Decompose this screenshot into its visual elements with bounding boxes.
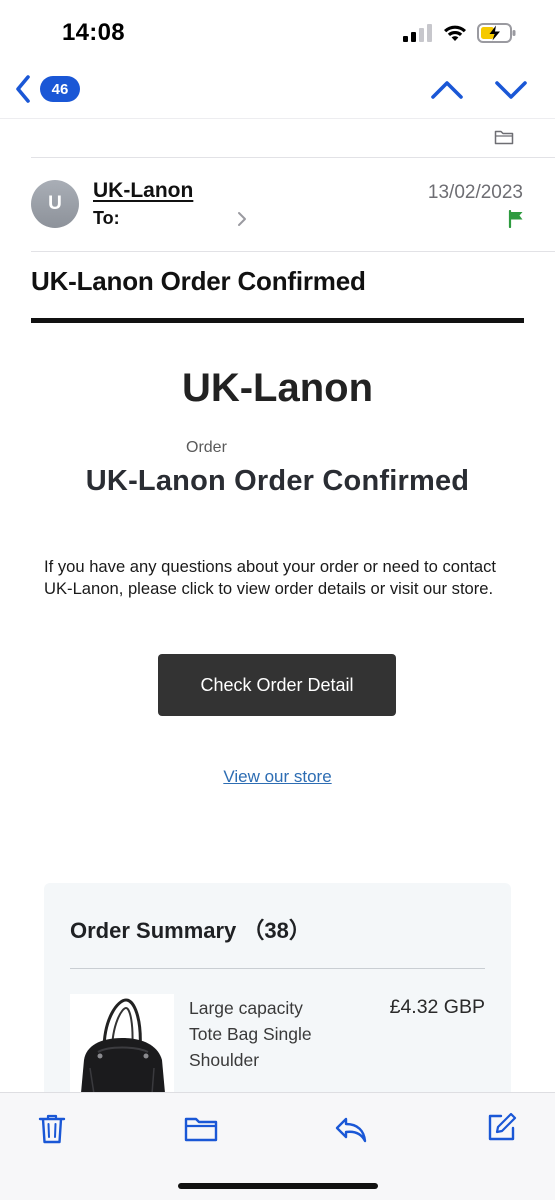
subject-divider (31, 318, 524, 323)
order-summary-title: Order Summary （38） (70, 918, 311, 943)
check-order-detail-button[interactable]: Check Order Detail (158, 654, 396, 716)
order-summary-card: Order Summary （38） Large capacity Tote B… (44, 883, 511, 1113)
chevron-right-icon[interactable] (236, 210, 248, 228)
view-store-link[interactable]: View our store (0, 767, 555, 787)
nav-bar: 46 (0, 62, 555, 118)
compose-icon[interactable] (486, 1111, 518, 1143)
order-label: Order (186, 439, 227, 456)
email-body-text: If you have any questions about your ord… (44, 557, 497, 598)
avatar[interactable]: U (31, 180, 79, 228)
product-name: Large capacity Tote Bag Single Shoulder (189, 998, 312, 1070)
status-bar: 14:08 (0, 0, 555, 62)
order-confirmed-heading: UK-Lanon Order Confirmed (85, 465, 470, 497)
recipient-label: To: (93, 208, 120, 228)
move-folder-icon[interactable] (184, 1115, 218, 1143)
sender-name[interactable]: UK-Lanon (93, 179, 193, 203)
product-price: £4.32 GBP (389, 996, 485, 1018)
next-message-button[interactable] (494, 76, 528, 104)
home-indicator (178, 1183, 378, 1189)
product-image[interactable] (70, 994, 174, 1104)
status-icons (403, 20, 517, 46)
cellular-signal-icon (403, 24, 432, 42)
nav-divider (0, 118, 555, 119)
status-time: 14:08 (62, 19, 125, 46)
back-button[interactable]: 46 (14, 74, 80, 104)
trash-icon[interactable] (38, 1113, 66, 1145)
message-date: 13/02/2023 (427, 182, 523, 203)
chevron-left-icon (16, 75, 30, 103)
folder-icon[interactable] (494, 128, 514, 146)
message-subject: UK-Lanon Order Confirmed (31, 266, 366, 296)
email-brand-heading: UK-Lanon (181, 366, 374, 410)
previous-message-button[interactable] (430, 76, 464, 104)
flag-icon (508, 210, 523, 228)
header-top-divider (31, 157, 555, 158)
unread-count-badge: 46 (40, 76, 80, 102)
header-bottom-divider (31, 251, 555, 252)
summary-divider (70, 968, 485, 969)
tote-bag-image (80, 998, 166, 1104)
battery-charging-icon (477, 23, 516, 43)
wifi-icon (444, 25, 466, 41)
reply-icon[interactable] (334, 1114, 368, 1144)
